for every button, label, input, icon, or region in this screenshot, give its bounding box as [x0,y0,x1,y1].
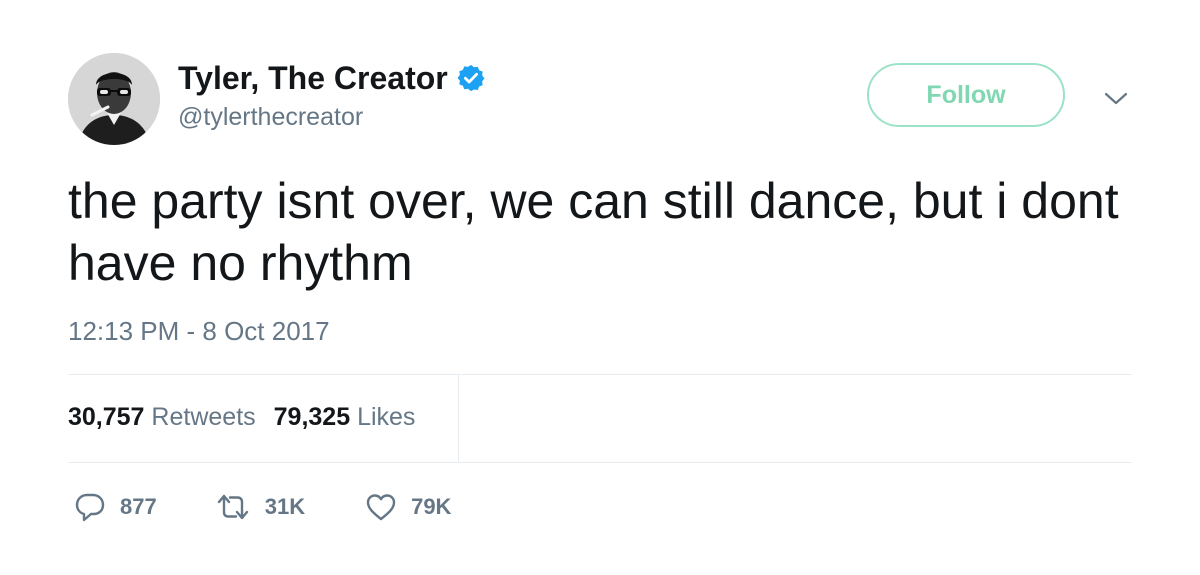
like-count: 79K [411,494,452,519]
follow-button[interactable]: Follow [867,63,1065,127]
tweet-text: the party isnt over, we can still dance,… [68,173,1119,291]
tweet-actions: 877 31K 79K [74,489,451,525]
likes-stat[interactable]: 79,325 Likes [274,403,416,432]
verified-badge-icon [457,64,485,92]
tweet-timestamp[interactable]: 12:13 PM - 8 Oct 2017 [68,316,330,347]
reply-count: 877 [120,494,157,519]
avatar[interactable] [68,53,160,145]
reply-icon [75,493,105,522]
tweet-stats: 30,757 Retweets 79,325 Likes [68,403,433,432]
likes-label: Likes [357,403,416,431]
tweet-card: Tyler, The Creator @tylerthecreator Foll… [0,0,1200,575]
stats-divider [458,375,459,463]
likes-count: 79,325 [273,403,351,431]
retweet-button[interactable]: 31K [215,492,305,522]
heart-icon [366,494,396,521]
retweets-label: Retweets [151,403,256,431]
user-handle[interactable]: @tylerthecreator [178,103,363,132]
like-button[interactable]: 79K [365,492,451,522]
divider [68,374,1132,375]
divider [68,462,1132,463]
reply-button[interactable]: 877 [74,491,157,523]
user-name[interactable]: Tyler, The Creator [178,60,448,96]
retweets-count: 30,757 [68,403,145,431]
retweet-icon [217,494,248,520]
chevron-down-icon[interactable] [1102,88,1130,108]
user-name-row: Tyler, The Creator [178,60,486,96]
profile-avatar-image [68,53,160,145]
retweets-stat[interactable]: 30,757 Retweets [68,403,256,432]
retweet-count: 31K [264,494,306,519]
